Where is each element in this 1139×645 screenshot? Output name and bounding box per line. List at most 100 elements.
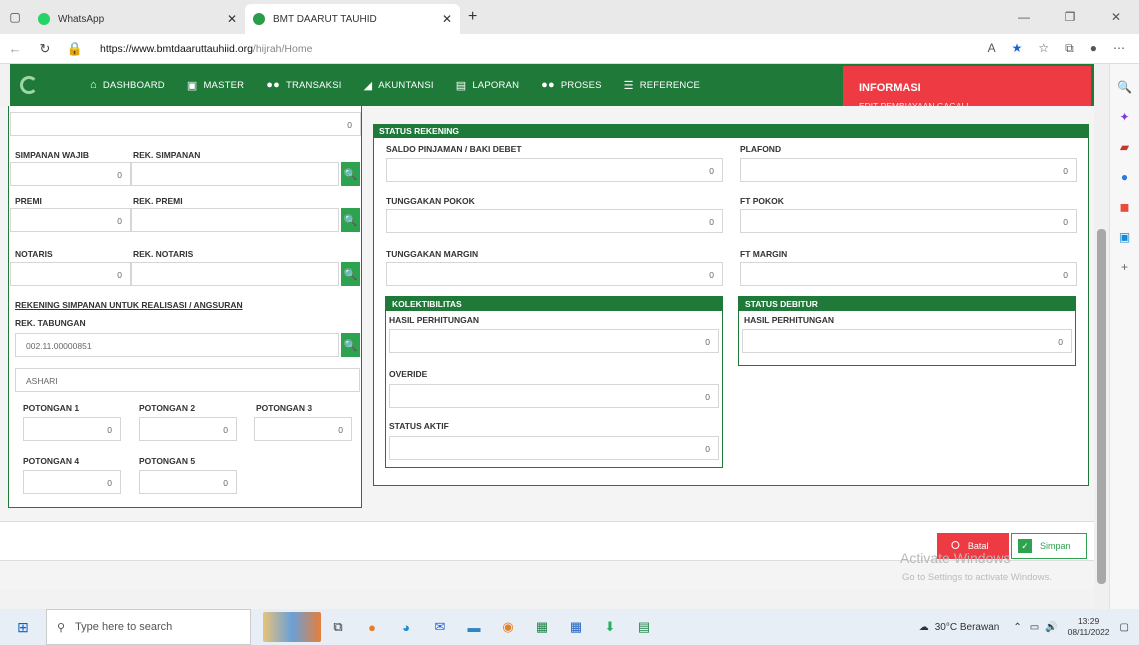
- kol-hasil-label: HASIL PERHITUNGAN: [389, 315, 480, 325]
- network-icon[interactable]: ▭: [1030, 622, 1039, 633]
- potongan1-label: POTONGAN 1: [23, 403, 80, 413]
- app-logo[interactable]: [10, 64, 90, 106]
- read-aloud-icon[interactable]: A: [988, 41, 996, 56]
- rek-tabungan-label: REK. TABUNGAN: [15, 318, 86, 328]
- taskbar-search[interactable]: ⚲ Type here to search: [46, 609, 251, 645]
- rek-notaris-label: REK. NOTARIS: [133, 249, 194, 259]
- clock[interactable]: 13:29 08/11/2022: [1068, 616, 1110, 638]
- premi-label: PREMI: [15, 196, 42, 206]
- people-icon[interactable]: ●: [1110, 170, 1139, 184]
- word-icon[interactable]: ▦: [559, 619, 593, 635]
- url-domain: https://www.bmtdaaruttauhiid.org: [100, 42, 253, 55]
- firefox-icon[interactable]: ◉: [491, 619, 525, 635]
- scrollbar-thumb[interactable]: [1097, 229, 1106, 584]
- close-tab-icon[interactable]: ✕: [442, 12, 452, 26]
- favorite-star-icon[interactable]: ★: [1012, 41, 1023, 56]
- favorites-icon[interactable]: ☆: [1038, 41, 1049, 56]
- add-icon[interactable]: +: [1110, 260, 1139, 274]
- rek-simpanan-field[interactable]: [131, 162, 339, 186]
- windows-start-icon[interactable]: ⊞: [0, 619, 46, 636]
- nav-laporan[interactable]: ▤ LAPORAN: [456, 79, 519, 92]
- ft-pokok-field[interactable]: 0: [740, 209, 1077, 233]
- notaris-field[interactable]: 0: [10, 262, 131, 286]
- page-scrollbar[interactable]: [1094, 64, 1109, 609]
- close-window-button[interactable]: ✕: [1093, 0, 1139, 34]
- nama-field[interactable]: ASHARI: [15, 368, 360, 392]
- collections-icon[interactable]: ⧉: [1065, 41, 1074, 56]
- tunggakan-pokok-field[interactable]: 0: [386, 209, 723, 233]
- potongan4-field[interactable]: 0: [23, 470, 121, 494]
- nav-reference[interactable]: ☰ REFERENCE: [624, 79, 700, 92]
- profile-avatar[interactable]: ●: [1090, 41, 1097, 56]
- search-rek-tabungan-button[interactable]: 🔍: [341, 333, 360, 357]
- search-icon[interactable]: 🔍: [1110, 80, 1139, 94]
- shopping-icon[interactable]: ▰: [1110, 140, 1139, 154]
- plafond-field[interactable]: 0: [740, 158, 1077, 182]
- group-icon: ●●: [266, 79, 280, 91]
- nav-transaksi[interactable]: ●● TRANSAKSI: [266, 79, 341, 91]
- more-menu-icon[interactable]: ⋯: [1113, 41, 1125, 56]
- potongan5-field[interactable]: 0: [139, 470, 237, 494]
- simpanan-wajib-field[interactable]: 0: [10, 162, 131, 186]
- simpan-button[interactable]: ✓ Simpan: [1011, 533, 1087, 559]
- minimize-button[interactable]: —: [1001, 0, 1047, 34]
- edge-icon[interactable]: ◕: [389, 620, 423, 635]
- search-highlight-image[interactable]: [263, 612, 321, 642]
- tab-whatsapp[interactable]: WhatsApp ✕: [30, 4, 245, 34]
- edge-sidebar: 🔍 ✦ ▰ ● ◼ ▣ +: [1109, 64, 1139, 609]
- tray-chevron-icon[interactable]: ⌃: [1013, 622, 1021, 633]
- explorer-icon[interactable]: ▬: [457, 620, 491, 635]
- nav-akuntansi[interactable]: ◢ AKUNTANSI: [364, 79, 434, 92]
- overide-field[interactable]: 0: [389, 384, 719, 408]
- rek-notaris-field[interactable]: [131, 262, 339, 286]
- kolektibilitas-heading: KOLEKTIBILITAS: [386, 297, 722, 311]
- tab-bmt[interactable]: BMT DAARUT TAUHID ✕: [245, 4, 460, 34]
- rekening-heading: REKENING SIMPANAN UNTUK REALISASI / ANGS…: [15, 300, 243, 310]
- volume-icon[interactable]: 🔊: [1045, 622, 1057, 633]
- tunggakan-margin-field[interactable]: 0: [386, 262, 723, 286]
- deb-hasil-field[interactable]: 0: [742, 329, 1072, 353]
- office-icon[interactable]: ◼: [1110, 200, 1139, 214]
- notaris-label: NOTARIS: [15, 249, 53, 259]
- url-field[interactable]: https://www.bmtdaaruttauhiid.org/hijrah/…: [90, 43, 988, 55]
- premi-field[interactable]: 0: [10, 208, 131, 232]
- status-aktif-field[interactable]: 0: [389, 436, 719, 460]
- nav-dashboard[interactable]: ⌂ DASHBOARD: [90, 79, 165, 91]
- potongan1-field[interactable]: 0: [23, 417, 121, 441]
- chrome-icon[interactable]: ●: [355, 620, 389, 635]
- potongan2-field[interactable]: 0: [139, 417, 237, 441]
- outlook-icon[interactable]: ▣: [1110, 230, 1139, 244]
- download-icon[interactable]: ⬇: [593, 619, 627, 635]
- calculator-icon[interactable]: ▤: [627, 619, 661, 635]
- ft-margin-field[interactable]: 0: [740, 262, 1077, 286]
- search-rek-premi-button[interactable]: 🔍: [341, 208, 360, 232]
- close-tab-icon[interactable]: ✕: [227, 12, 237, 26]
- notification-icon[interactable]: ▢: [1120, 622, 1129, 633]
- nav-label: LAPORAN: [472, 79, 520, 91]
- rek-simpanan-label: REK. SIMPANAN: [133, 150, 201, 160]
- nav-proses[interactable]: ●● PROSES: [541, 79, 602, 91]
- saldo-field[interactable]: 0: [386, 158, 723, 182]
- refresh-icon[interactable]: ↻: [30, 41, 60, 57]
- top-value-field[interactable]: 0: [10, 112, 361, 136]
- kol-hasil-field[interactable]: 0: [389, 329, 719, 353]
- excel-icon[interactable]: ▦: [525, 619, 559, 635]
- status-aktif-label: STATUS AKTIF: [389, 421, 449, 431]
- rek-premi-field[interactable]: [131, 208, 339, 232]
- window-menu-icon[interactable]: ▢: [0, 10, 30, 24]
- new-tab-button[interactable]: +: [468, 8, 477, 26]
- task-view-icon[interactable]: ⧉: [321, 619, 355, 635]
- rek-tabungan-field[interactable]: 002.11.00000851: [15, 333, 339, 357]
- potongan3-field[interactable]: 0: [254, 417, 352, 441]
- back-icon[interactable]: ←: [0, 41, 30, 56]
- weather-text[interactable]: 30°C Berawan: [935, 622, 1000, 633]
- search-rek-notaris-button[interactable]: 🔍: [341, 262, 360, 286]
- search-rek-simpanan-button[interactable]: 🔍: [341, 162, 360, 186]
- nav-master[interactable]: ▣ MASTER: [187, 79, 244, 92]
- weather-icon: ☁: [918, 621, 929, 633]
- sparkle-icon[interactable]: ✦: [1110, 110, 1139, 124]
- windows-taskbar: ⊞ ⚲ Type here to search ⧉ ● ◕ ✉ ▬ ◉ ▦ ▦ ⬇…: [0, 609, 1139, 645]
- whatsapp-icon: [38, 13, 50, 25]
- mail-icon[interactable]: ✉: [423, 619, 457, 635]
- restore-button[interactable]: ❐: [1047, 0, 1093, 34]
